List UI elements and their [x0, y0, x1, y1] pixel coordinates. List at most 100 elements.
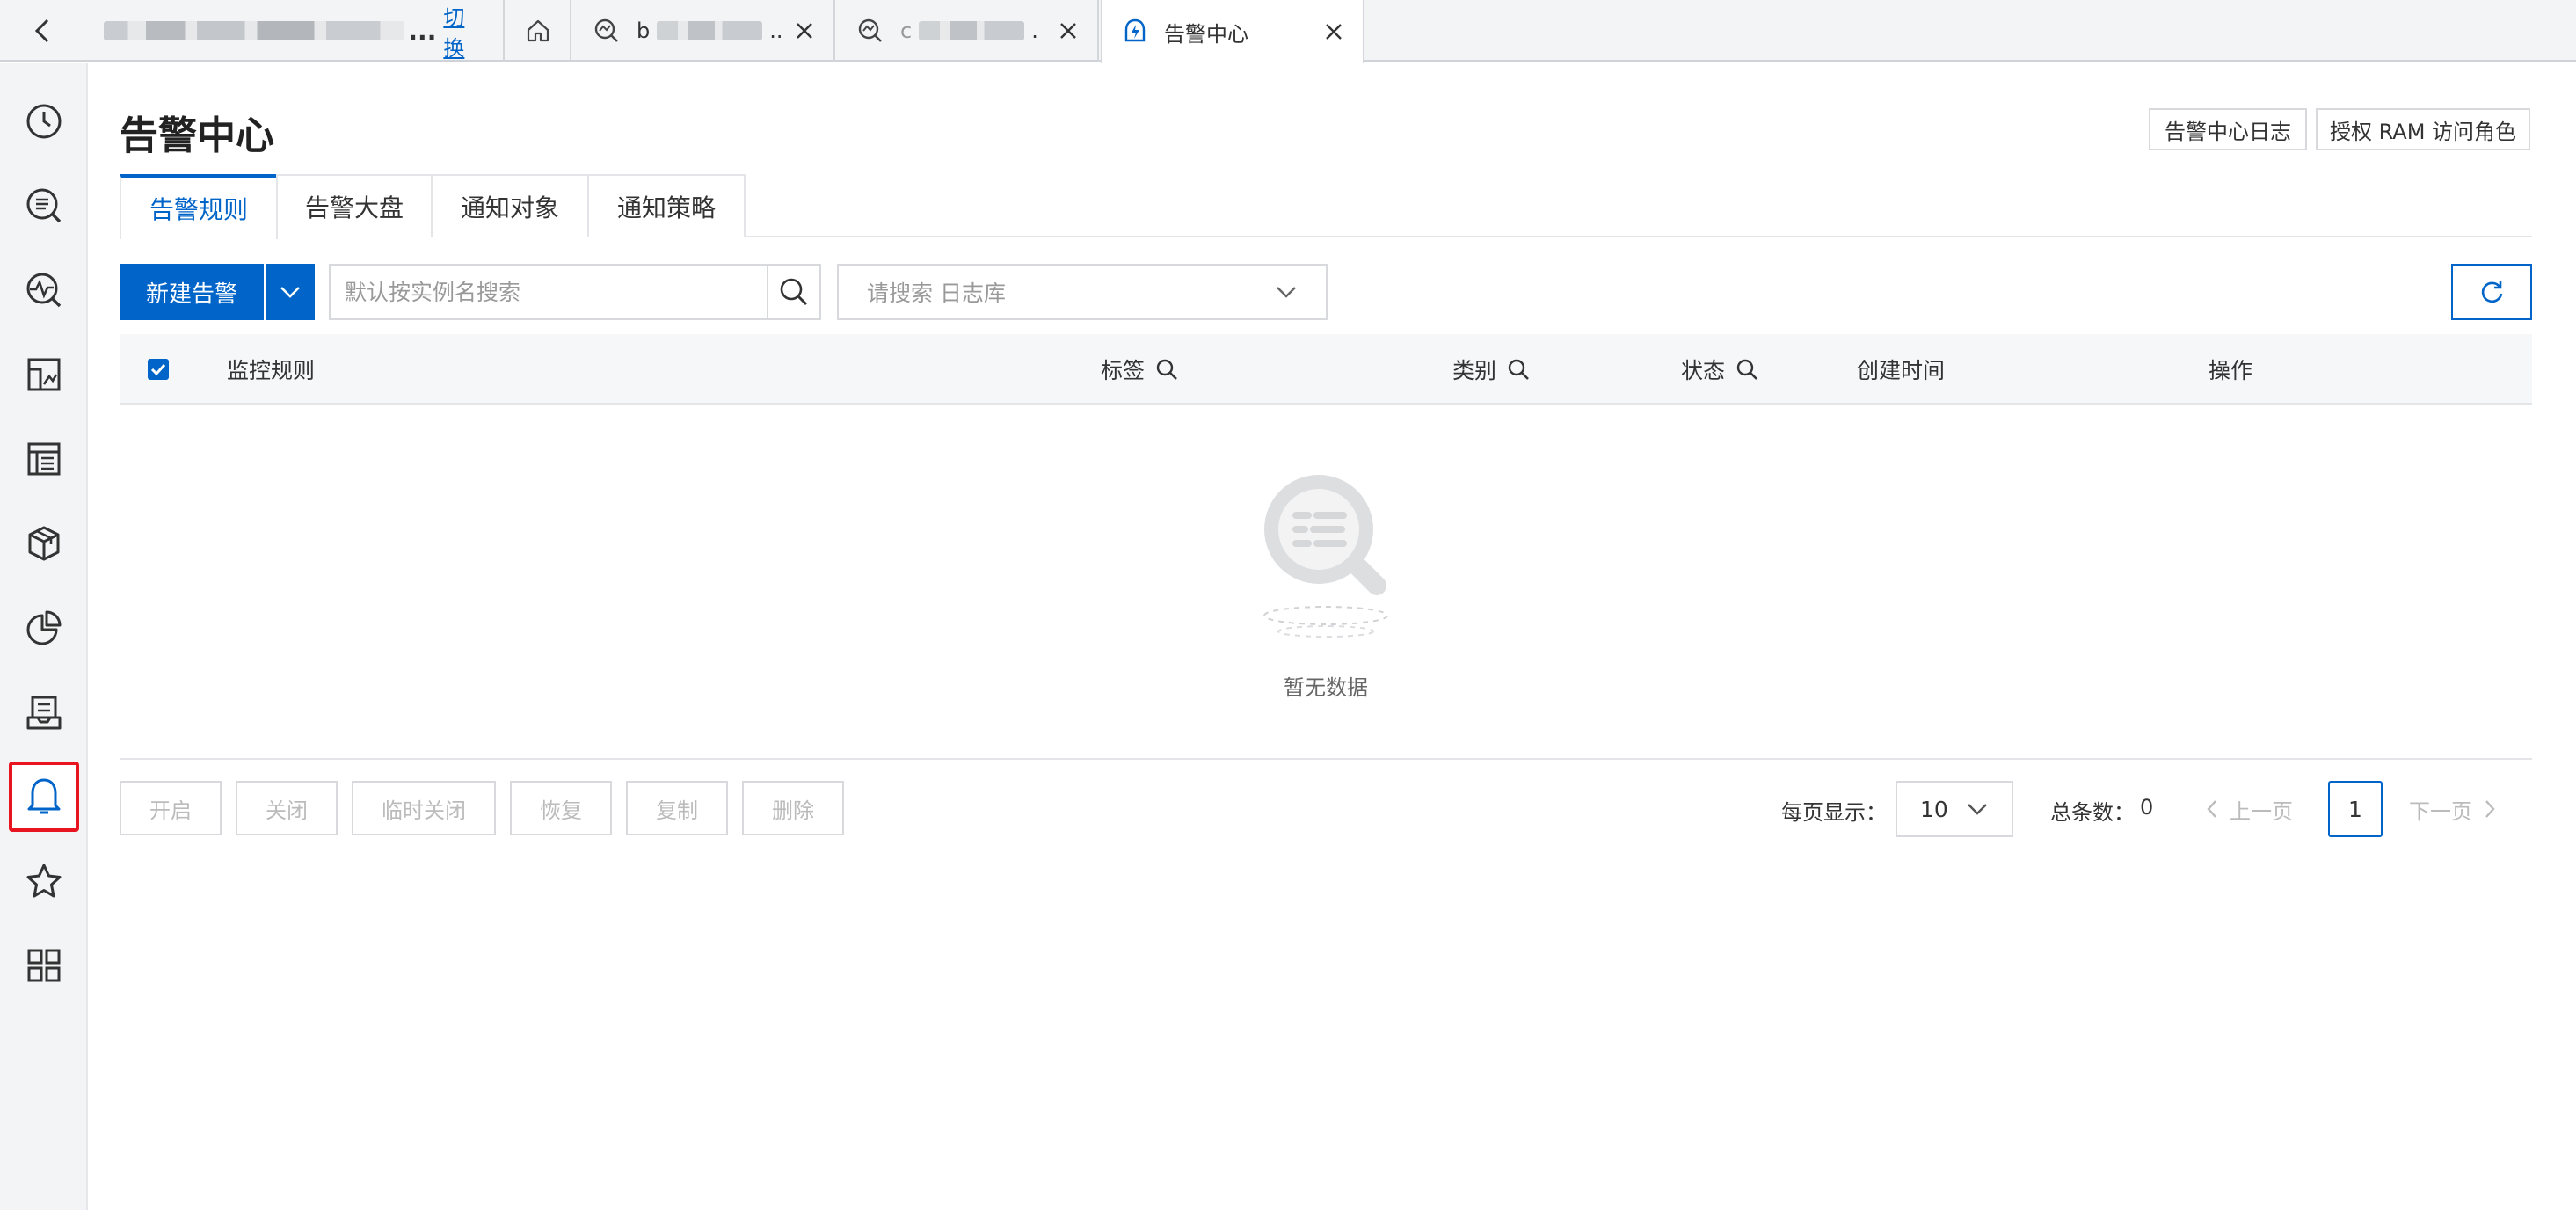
column-header-rule: 监控规则 [227, 334, 315, 405]
alert-center-log-button[interactable]: 告警中心日志 [2149, 108, 2307, 150]
search-chart-icon [594, 18, 618, 42]
bell-icon [27, 778, 61, 814]
tab-c-close-button[interactable] [1059, 21, 1078, 40]
delete-button[interactable]: 删除 [742, 781, 844, 835]
sidebar-item-monitor[interactable] [9, 255, 79, 325]
empty-search-icon [1263, 475, 1388, 638]
tags-filter-button[interactable] [1155, 358, 1178, 381]
tab-alert-label: 告警中心 [1164, 21, 1248, 47]
rules-table-header: 监控规则 标签 类别 状态 创建时间 操作 [120, 334, 2532, 405]
next-page-button[interactable]: 下一页 [2409, 781, 2497, 837]
back-button[interactable] [0, 0, 84, 62]
tab-project[interactable]: ... 切换 [84, 0, 505, 62]
tab-query-b[interactable]: b .. [573, 0, 835, 62]
prev-page-label: 上一页 [2230, 798, 2293, 824]
search-icon [1508, 359, 1529, 380]
pie-chart-icon [26, 610, 62, 645]
search-icon [1156, 359, 1177, 380]
tab-home[interactable] [506, 0, 571, 62]
sidebar-item-resource[interactable] [9, 508, 79, 579]
tab-b-close-button[interactable] [795, 21, 814, 40]
home-icon [527, 19, 549, 42]
star-icon [26, 864, 62, 898]
disable-button[interactable]: 关闭 [236, 781, 338, 835]
logstore-select[interactable]: 请搜索 日志库 [837, 264, 1328, 320]
close-icon [1326, 24, 1342, 40]
project-name-ellipsis: ... [408, 16, 437, 46]
chevron-down-icon [1277, 287, 1296, 298]
category-filter-button[interactable] [1507, 358, 1530, 381]
empty-text: 暂无数据 [1284, 675, 1368, 700]
chevron-down-icon [280, 287, 300, 298]
sidebar-item-history[interactable] [9, 86, 79, 157]
sidebar-item-analytics[interactable] [9, 593, 79, 663]
total-count: 0 [2140, 795, 2154, 820]
rules-table-empty: 暂无数据 [120, 406, 2532, 760]
close-icon [1060, 23, 1076, 39]
column-label: 标签 [1101, 358, 1146, 383]
tab-b-label: b [637, 18, 651, 43]
next-page-label: 下一页 [2409, 798, 2472, 824]
left-sidebar [0, 63, 88, 1210]
sidebar-item-report[interactable] [9, 424, 79, 494]
total-label: 总条数： [2050, 800, 2135, 825]
enable-button[interactable]: 开启 [120, 781, 222, 835]
page-1-button[interactable]: 1 [2328, 781, 2383, 837]
tab-alert-close-button[interactable] [1324, 22, 1343, 41]
copy-button[interactable]: 复制 [626, 781, 728, 835]
instance-search-input[interactable] [329, 264, 767, 320]
page-size-select[interactable]: 10 [1896, 781, 2013, 837]
authorize-ram-role-button[interactable]: 授权 RAM 访问角色 [2316, 108, 2530, 150]
column-header-created-time: 创建时间 [1857, 334, 1945, 405]
tab-notify-policies[interactable]: 通知策略 [587, 174, 746, 237]
chevron-left-icon [2207, 800, 2216, 818]
sidebar-item-apps[interactable] [9, 930, 79, 1001]
search-button[interactable] [767, 264, 821, 320]
column-label: 创建时间 [1857, 358, 1946, 383]
sidebar-item-search[interactable] [9, 171, 79, 241]
search-icon [1736, 359, 1757, 380]
column-header-tags: 标签 [1101, 334, 1178, 405]
tab-c-trail: . [1031, 18, 1038, 43]
column-label: 监控规则 [227, 358, 316, 383]
refresh-button[interactable] [2451, 264, 2532, 320]
status-filter-button[interactable] [1736, 358, 1758, 381]
search-chart-icon [858, 18, 882, 42]
monitor-search-icon [26, 273, 62, 308]
tab-b-trail: .. [769, 18, 783, 43]
tab-query-c[interactable]: c . [837, 0, 1099, 62]
sidebar-item-dashboard[interactable] [9, 339, 79, 410]
tab-alert-dashboard[interactable]: 告警大盘 [276, 174, 433, 237]
new-alert-button[interactable]: 新建告警 [120, 264, 264, 320]
tab-alert-rules[interactable]: 告警规则 [120, 174, 278, 239]
project-switch-link[interactable]: 切换 [443, 0, 484, 62]
close-icon [797, 23, 812, 39]
column-label: 类别 [1452, 358, 1497, 383]
restore-button[interactable]: 恢复 [510, 781, 612, 835]
column-header-actions: 操作 [2209, 334, 2252, 405]
sidebar-item-alert[interactable] [9, 762, 79, 832]
search-icon [780, 278, 808, 306]
check-icon [150, 363, 166, 376]
top-tab-bar: ... 切换 b .. c . 告警中心 [0, 0, 2576, 63]
tab-notify-targets[interactable]: 通知对象 [431, 174, 589, 237]
inbox-icon [26, 696, 62, 730]
select-all-checkbox[interactable] [148, 359, 169, 380]
chevron-left-icon [34, 18, 49, 43]
chevron-right-icon [2485, 800, 2495, 818]
sidebar-item-inbox[interactable] [9, 677, 79, 747]
grid-icon [27, 949, 61, 982]
column-header-status: 状态 [1681, 334, 1758, 405]
clock-icon [26, 104, 62, 139]
tab-c-label: c [900, 18, 913, 43]
tab-alert-center[interactable]: 告警中心 [1101, 0, 1364, 63]
column-header-category: 类别 [1452, 334, 1530, 405]
page-title: 告警中心 [120, 113, 274, 158]
new-alert-dropdown-button[interactable] [266, 264, 315, 320]
main-tabs: 告警规则 告警大盘 通知对象 通知策略 [120, 174, 2532, 239]
page-size-value: 10 [1920, 796, 1948, 822]
prev-page-button[interactable]: 上一页 [2205, 781, 2293, 837]
sidebar-item-favorites[interactable] [9, 846, 79, 916]
column-label: 操作 [2209, 358, 2253, 383]
temporarily-disable-button[interactable]: 临时关闭 [352, 781, 496, 835]
